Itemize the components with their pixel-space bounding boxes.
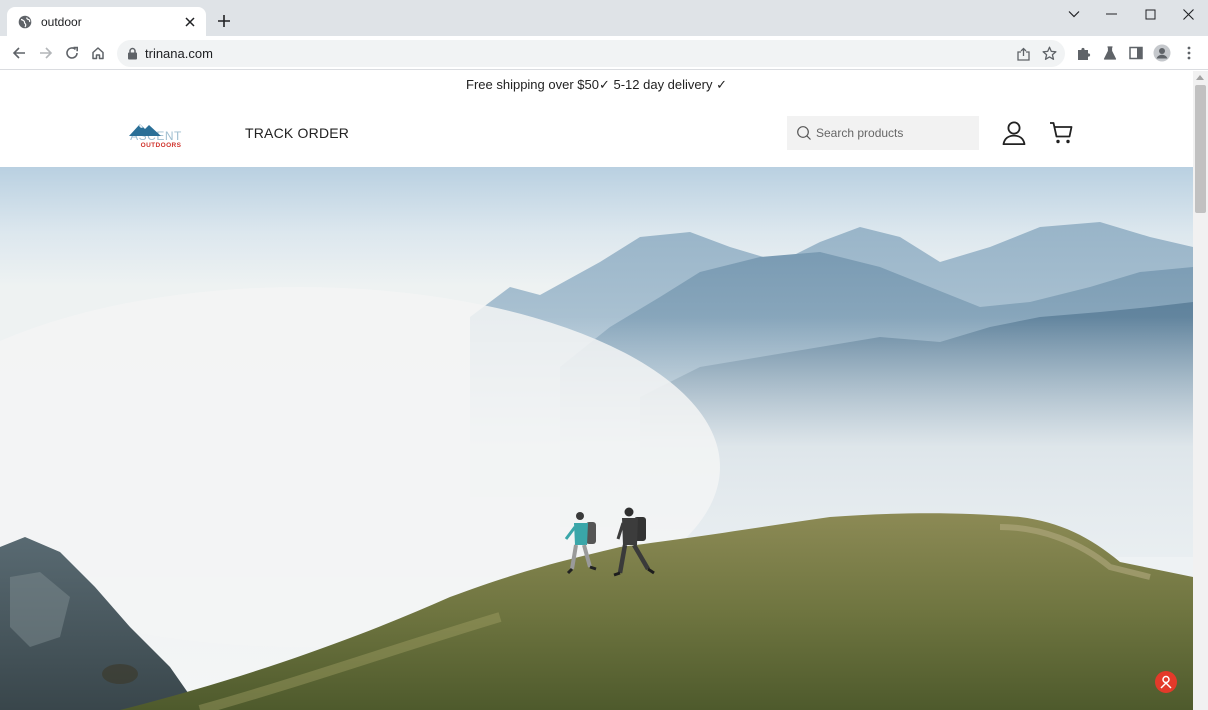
side-panel-icon[interactable] <box>1126 43 1146 63</box>
forward-arrow-icon[interactable] <box>36 43 56 63</box>
search-box[interactable] <box>787 116 979 150</box>
kebab-menu-icon[interactable] <box>1179 43 1199 63</box>
chevron-down-icon[interactable] <box>1055 0 1093 28</box>
help-icon <box>1159 675 1173 689</box>
search-input[interactable] <box>816 116 974 150</box>
home-icon[interactable] <box>88 43 108 63</box>
share-icon[interactable] <box>1015 45 1032 62</box>
svg-text:OUTDOORS: OUTDOORS <box>141 142 182 149</box>
browser-tab[interactable]: outdoor <box>7 7 206 36</box>
search-icon <box>796 125 812 141</box>
lock-icon[interactable] <box>127 47 138 60</box>
maximize-icon[interactable] <box>1131 0 1169 28</box>
tab-title: outdoor <box>41 14 82 29</box>
browser-toolbar: trinana.com <box>0 36 1208 70</box>
help-widget-button[interactable] <box>1155 671 1177 693</box>
site-logo[interactable]: ASCENT OUTDOORS <box>125 116 187 152</box>
star-icon[interactable] <box>1041 45 1058 62</box>
profile-icon[interactable] <box>1152 43 1172 63</box>
hero-image <box>0 167 1193 710</box>
globe-icon <box>18 15 32 29</box>
puzzle-icon[interactable] <box>1073 43 1093 63</box>
window-close-icon[interactable] <box>1169 0 1207 28</box>
reload-icon[interactable] <box>62 43 82 63</box>
web-page: Free shipping over $50✓ 5-12 day deliver… <box>0 71 1193 710</box>
flask-icon[interactable] <box>1100 43 1120 63</box>
cart-icon[interactable] <box>1049 121 1073 145</box>
minimize-icon[interactable] <box>1093 0 1131 28</box>
plus-icon[interactable] <box>215 12 233 30</box>
page-scrollbar[interactable] <box>1193 71 1208 710</box>
address-bar[interactable]: trinana.com <box>117 40 1065 67</box>
back-arrow-icon[interactable] <box>9 43 29 63</box>
close-icon[interactable] <box>182 14 198 30</box>
scroll-up-icon[interactable] <box>1196 75 1204 80</box>
url-text[interactable]: trinana.com <box>145 46 213 61</box>
scrollbar-thumb[interactable] <box>1195 85 1206 213</box>
announcement-bar: Free shipping over $50✓ 5-12 day deliver… <box>466 77 727 92</box>
browser-titlebar: outdoor <box>0 0 1208 36</box>
track-order-link[interactable]: TRACK ORDER <box>245 125 349 141</box>
svg-text:ASCENT: ASCENT <box>130 129 182 143</box>
user-icon[interactable] <box>1002 121 1026 145</box>
